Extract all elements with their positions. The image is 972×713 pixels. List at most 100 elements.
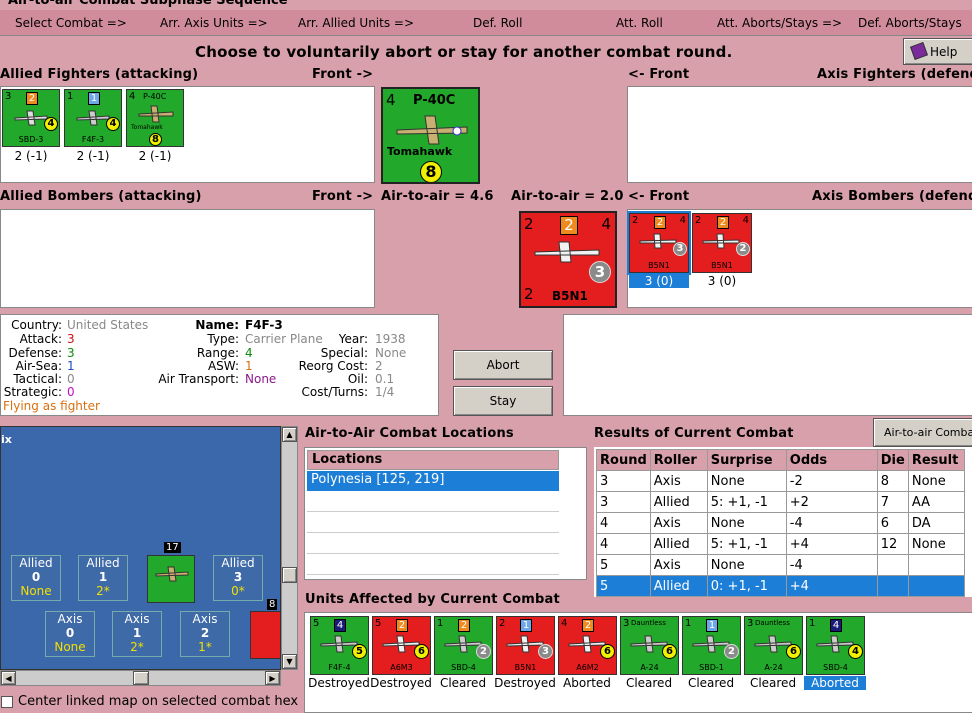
affected-unit-counter[interactable]: 1 1 2 SBD-1: [682, 616, 741, 675]
help-button[interactable]: Help: [903, 38, 972, 65]
counter-name: B5N1: [648, 261, 670, 270]
affected-unit-caption: Cleared: [749, 676, 797, 690]
counter-corner: 5: [375, 618, 382, 629]
results-header-row: Round Roller Surprise Odds Die Result: [596, 449, 965, 471]
counter-box: 2: [560, 216, 578, 235]
map-stack-counter[interactable]: [147, 555, 195, 603]
counter-value: 4: [848, 644, 863, 659]
allied-fighter-counter[interactable]: 4 P-40C Tomahawk 8: [126, 89, 184, 147]
cell-surprise: 0: +1, -1: [706, 575, 787, 597]
cell-die: 8: [876, 470, 909, 492]
counter-name: B5N1: [552, 289, 588, 303]
location-item[interactable]: Polynesia [125, 219]: [307, 471, 559, 491]
axis-bomber-counter[interactable]: 2 2 4 2 B5N1: [692, 213, 752, 273]
cell-odds: +4: [785, 533, 878, 555]
cell-result: AA: [907, 491, 965, 513]
map-vertical-scrollbar[interactable]: ▲ ▼: [281, 426, 298, 670]
axis-hex-unit[interactable]: Axis 0 None: [45, 611, 95, 657]
allied-hex-unit[interactable]: Allied 3 0*: [213, 555, 263, 601]
range-label: Range:: [196, 346, 239, 360]
affected-unit-caption: Aborted: [804, 676, 866, 690]
counter-corner: 4: [386, 91, 396, 109]
affected-unit-counter[interactable]: 5 2 6 A6M3: [372, 616, 431, 675]
counter-corner: 2: [632, 215, 639, 226]
axis-hex-unit[interactable]: Axis 2 1*: [180, 611, 230, 657]
cell-die: [876, 575, 909, 597]
map-stack-counter[interactable]: [250, 611, 280, 659]
counter-corner: 3: [5, 91, 12, 102]
scroll-up-icon[interactable]: ▲: [282, 427, 297, 442]
counter-name: Tomahawk: [387, 145, 453, 158]
counter-box: Dauntless: [755, 619, 790, 627]
axis-hex-unit[interactable]: Axis 1 2*: [112, 611, 162, 657]
hex-unit-label: Allied: [19, 556, 53, 570]
center-map-checkbox[interactable]: [1, 696, 13, 708]
year-label: Year:: [338, 332, 368, 346]
tactical-label: Tactical:: [13, 372, 62, 386]
counter-corner: 1: [809, 618, 816, 629]
selected-axis-counter[interactable]: 2 2 4 3 2 B5N1: [519, 211, 617, 308]
country-value: United States: [67, 318, 149, 332]
allied-hex-unit[interactable]: Allied 1 2*: [78, 555, 128, 601]
cell-odds: +4: [785, 575, 878, 597]
name-value: F4F-3: [245, 318, 283, 332]
reorg-value: 2: [375, 359, 383, 373]
affected-unit-counter[interactable]: 3 Dauntless 6 A-24: [744, 616, 803, 675]
scroll-thumb[interactable]: [133, 671, 149, 685]
map-view[interactable]: ix Allied 0 None Allied 1 2* Allied 3 0*…: [0, 426, 281, 670]
scroll-thumb[interactable]: [282, 567, 297, 583]
locations-header: Locations: [307, 450, 559, 470]
cell-die: [876, 554, 909, 576]
scroll-right-icon[interactable]: ▶: [265, 671, 280, 685]
counter-value: 6: [600, 644, 615, 659]
counter-value: 3: [589, 261, 611, 283]
affected-unit-counter[interactable]: 1 2 2 SBD-4: [434, 616, 493, 675]
air-to-air-chart-button[interactable]: Air-to-air Combat Chart: [873, 418, 972, 447]
phase-def-aborts: Def. Aborts/Stays: [858, 16, 962, 30]
affected-unit-counter[interactable]: 5 4 5 F4F-4: [310, 616, 369, 675]
col-surprise: Surprise: [706, 449, 787, 471]
table-row[interactable]: 5 Axis None -4: [596, 554, 965, 576]
table-row[interactable]: 3 Allied 5: +1, -1 +2 7 AA: [596, 491, 965, 513]
counter-box: P-40C: [143, 92, 167, 101]
table-row[interactable]: 4 Axis None -4 6 DA: [596, 512, 965, 534]
scroll-left-icon[interactable]: ◀: [1, 671, 16, 685]
table-row[interactable]: 5 Allied 0: +1, -1 +4: [596, 575, 965, 597]
hex-unit-count: 1: [132, 626, 142, 640]
affected-unit-counter[interactable]: 2 1 3 B5N1: [496, 616, 555, 675]
allied-hex-unit[interactable]: Allied 0 None: [11, 555, 61, 601]
hex-unit-count: 3: [233, 570, 243, 584]
scroll-down-icon[interactable]: ▼: [282, 654, 297, 669]
plane-icon: [138, 105, 174, 123]
axis-bomber-counter[interactable]: 2 2 4 3 B5N1: [627, 211, 691, 275]
hex-unit-label: Allied: [221, 556, 255, 570]
allied-fighter-counter[interactable]: 3 2 4 SBD-3: [2, 89, 60, 147]
counter-name: A6M2: [576, 663, 599, 672]
counter-box: 1: [520, 619, 532, 632]
table-row[interactable]: 3 Axis None -2 8 None: [596, 470, 965, 492]
allied-fighter-counter[interactable]: 1 1 4 F4F-3: [64, 89, 122, 147]
cell-round: 4: [596, 533, 651, 555]
center-map-label: Center linked map on selected combat hex: [18, 694, 299, 709]
country-label: Country:: [11, 318, 62, 332]
table-row[interactable]: 4 Allied 5: +1, -1 +4 12 None: [596, 533, 965, 555]
hex-unit-status: 2*: [130, 640, 144, 654]
affected-unit-counter[interactable]: 1 4 4 SBD-4: [806, 616, 865, 675]
locations-list[interactable]: Locations Polynesia [125, 219]: [304, 447, 587, 580]
asw-value: 1: [245, 359, 253, 373]
affected-unit-caption: Destroyed: [494, 676, 556, 690]
counter-name: SBD-1: [699, 663, 724, 672]
affected-unit-counter[interactable]: 3 Dauntless 6 A-24: [620, 616, 679, 675]
stay-button[interactable]: Stay: [453, 386, 553, 416]
counter-box: 4: [830, 619, 842, 632]
affected-unit-counter[interactable]: 4 2 6 A6M2: [558, 616, 617, 675]
axis-fighters-box[interactable]: [627, 86, 972, 183]
cell-odds: +2: [785, 491, 878, 513]
results-table: Round Roller Surprise Odds Die Result 3A…: [596, 449, 965, 597]
selected-allied-counter[interactable]: 4 P-40C Tomahawk 8: [381, 87, 480, 184]
allied-bombers-box[interactable]: [0, 209, 375, 308]
axis-air-to-air: Air-to-air = 2.0: [511, 189, 624, 204]
abort-button[interactable]: Abort: [453, 350, 553, 380]
map-horizontal-scrollbar[interactable]: ◀ ▶: [0, 670, 281, 686]
counter-box: 2: [717, 216, 729, 229]
